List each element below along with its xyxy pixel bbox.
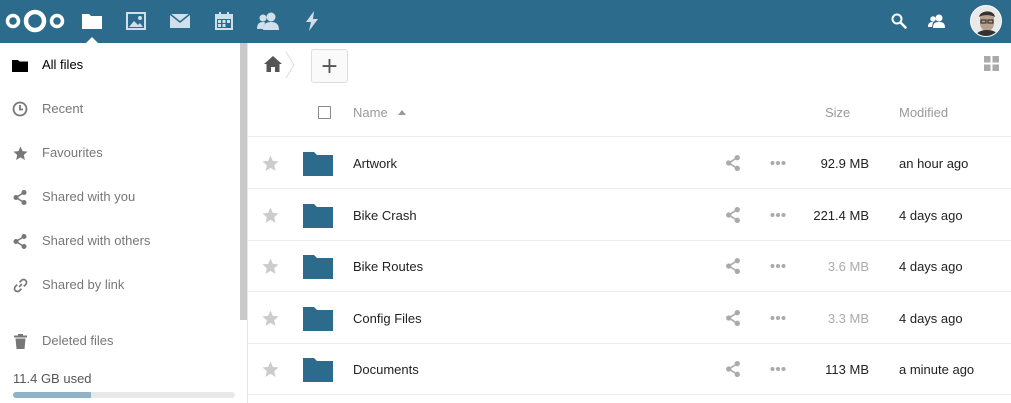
sidebar-item-recent[interactable]: Recent [0, 87, 240, 131]
sidebar-item-deleted-files[interactable]: Deleted files [0, 319, 240, 363]
folder-icon[interactable] [303, 203, 333, 228]
top-bar [0, 0, 1011, 43]
folder-icon[interactable] [303, 357, 333, 382]
table-row[interactable]: Bike Crash 221.4 MB 4 days ago [248, 190, 1011, 241]
file-modified: 4 days ago [899, 259, 963, 274]
table-row[interactable]: Documents 113 MB a minute ago [248, 344, 1011, 395]
app-navigation: All files Recent Favourites Shared with … [0, 43, 248, 403]
favourite-star-icon[interactable] [262, 310, 279, 327]
table-row[interactable]: Bike Routes 3.6 MB 4 days ago [248, 241, 1011, 292]
folder-icon [11, 56, 29, 74]
app-calendar-icon[interactable] [212, 9, 236, 33]
column-header-name[interactable]: Name [353, 105, 388, 120]
sidebar-item-label: Shared by link [42, 277, 125, 292]
home-icon[interactable] [264, 56, 282, 72]
sidebar-item-label: Shared with others [42, 233, 151, 248]
favourite-star-icon[interactable] [262, 258, 279, 275]
sidebar-item-label: Favourites [42, 145, 103, 160]
sidebar-item-shared-with-others[interactable]: Shared with others [0, 219, 240, 263]
more-actions-icon[interactable] [770, 314, 786, 322]
more-actions-icon[interactable] [770, 365, 786, 373]
table-header: Name Size Modified [248, 90, 1011, 137]
file-modified: 4 days ago [899, 207, 963, 223]
folder-icon[interactable] [303, 151, 333, 176]
file-size: 113 MB [825, 362, 869, 377]
favourite-star-icon[interactable] [262, 207, 279, 224]
quota-bar [13, 392, 235, 398]
avatar[interactable] [970, 5, 1002, 37]
contacts-menu-icon[interactable] [925, 9, 949, 33]
select-all-checkbox[interactable] [318, 106, 331, 119]
more-actions-icon[interactable] [770, 211, 786, 219]
sidebar-item-label: All files [42, 57, 84, 72]
folder-icon[interactable] [303, 254, 333, 279]
table-row[interactable]: Artwork 92.9 MB an hour ago [248, 138, 1011, 189]
share-icon [11, 188, 29, 206]
sidebar-item-label: Shared with you [42, 189, 136, 204]
sidebar-item-all-files[interactable]: All files [0, 43, 240, 87]
share-icon[interactable] [725, 206, 741, 223]
quota-fill [13, 392, 91, 398]
file-name[interactable]: Artwork [353, 156, 397, 171]
file-size: 92.9 MB [820, 156, 869, 171]
quota-label: 11.4 GB used [13, 371, 92, 386]
file-name[interactable]: Documents [353, 362, 419, 377]
more-actions-icon[interactable] [770, 262, 786, 270]
favourite-star-icon[interactable] [262, 155, 279, 172]
clock-icon [11, 100, 29, 118]
sidebar-item-label: Recent [42, 101, 84, 116]
files-list-view: + Name Size Modified Artwork 92.9 MB an ho… [248, 43, 1011, 403]
file-name[interactable]: Config Files [353, 311, 422, 326]
app-mail-icon[interactable] [168, 9, 192, 33]
sidebar-item-label: Deleted files [42, 333, 114, 348]
file-size: 3.6 MB [827, 259, 869, 274]
app-gallery-image-icon[interactable] [124, 9, 148, 33]
file-size: 221.4 MB [813, 207, 869, 223]
new-file-button[interactable]: + [311, 49, 348, 83]
app-contacts-icon[interactable] [256, 9, 280, 33]
link-icon [11, 276, 29, 294]
file-name[interactable]: Bike Crash [353, 208, 417, 223]
share-icon[interactable] [725, 361, 741, 377]
grid-view-icon[interactable] [984, 56, 999, 71]
app-activity-lightning-icon[interactable] [300, 9, 324, 33]
table-row[interactable]: Config Files 3.3 MB 4 days ago [248, 293, 1011, 344]
app-files-folder-icon[interactable] [80, 9, 104, 33]
file-size: 3.3 MB [827, 310, 869, 326]
sort-ascending-icon[interactable] [398, 110, 406, 115]
column-header-size[interactable]: Size [825, 105, 850, 120]
file-modified: a minute ago [899, 362, 975, 377]
more-actions-icon[interactable] [770, 159, 786, 167]
share-icon[interactable] [725, 155, 741, 171]
sidebar-item-shared-with-you[interactable]: Shared with you [0, 175, 240, 219]
column-header-modified[interactable]: Modified [899, 105, 948, 120]
sidebar-item-shared-by-link[interactable]: Shared by link [0, 263, 240, 307]
sidebar-scrollbar[interactable] [240, 43, 247, 320]
folder-icon[interactable] [303, 306, 333, 331]
search-icon[interactable] [887, 9, 911, 33]
nextcloud-logo[interactable] [4, 7, 66, 35]
file-modified: an hour ago [899, 156, 969, 171]
favourite-star-icon[interactable] [262, 361, 279, 378]
sidebar-item-favourites[interactable]: Favourites [0, 131, 240, 175]
trash-icon [11, 332, 29, 350]
file-name[interactable]: Bike Routes [353, 259, 423, 274]
star-icon [11, 144, 29, 162]
share-icon[interactable] [725, 309, 741, 326]
file-modified: 4 days ago [899, 310, 963, 326]
share-icon [11, 232, 29, 250]
breadcrumb-separator [285, 51, 295, 79]
share-icon[interactable] [725, 258, 741, 274]
